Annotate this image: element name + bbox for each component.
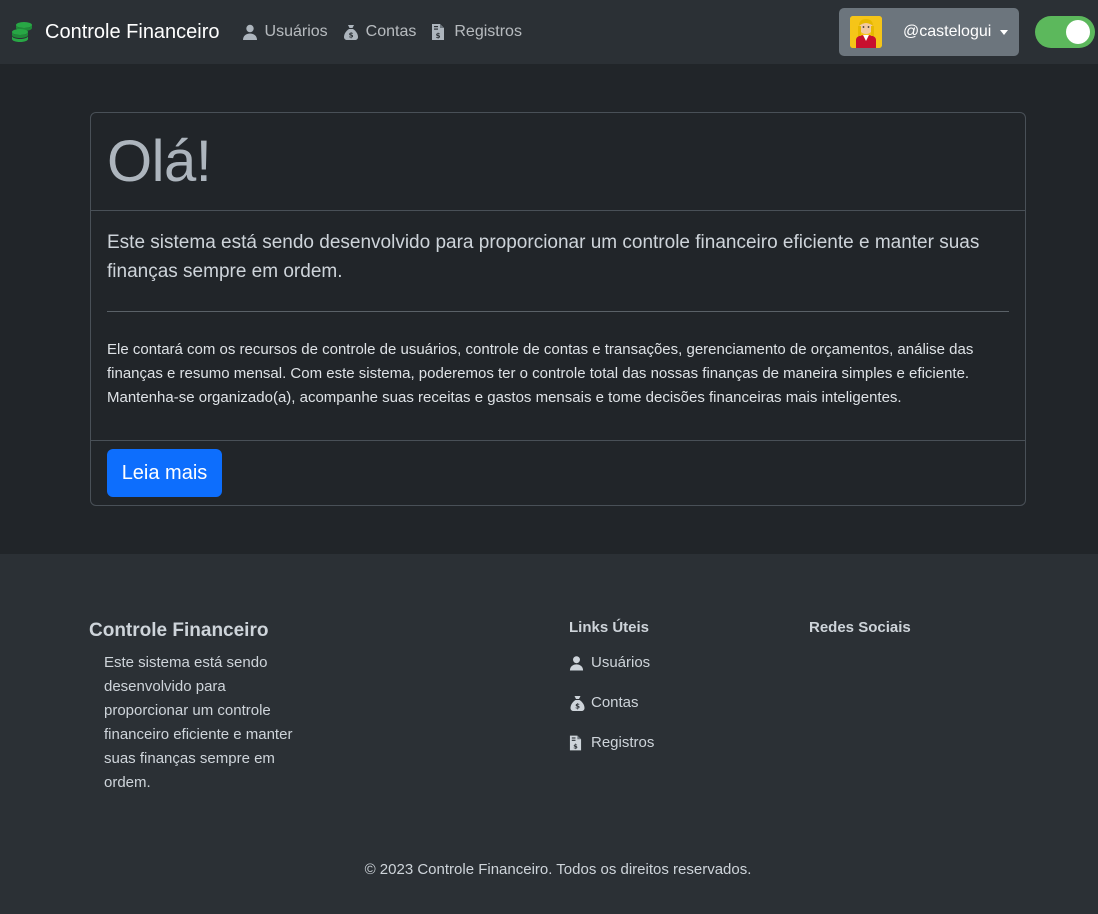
list-item: $ Contas [569, 694, 654, 734]
card-body: Este sistema está sendo desenvolvido par… [91, 211, 1025, 441]
welcome-card: Olá! Este sistema está sendo desenvolvid… [90, 112, 1026, 506]
list-item: Usuários [569, 654, 654, 694]
svg-text:$: $ [348, 32, 353, 40]
avatar-icon [850, 16, 882, 48]
money-bag-icon: $ [343, 24, 359, 40]
nav-link-label: Usuários [264, 23, 328, 40]
toggle-knob [1066, 20, 1090, 44]
username-label: @castelogui [903, 23, 992, 40]
copyright-text: © 2023 Controle Financeiro. Todos os dir… [364, 861, 752, 878]
footer-link-label: Registros [591, 734, 655, 751]
footer-link-usuarios[interactable]: Usuários [569, 654, 654, 671]
brand-name: Controle Financeiro [45, 20, 220, 43]
theme-toggle-switch[interactable] [1035, 16, 1095, 48]
navbar: Controle Financeiro Usuários $ Contas $ … [0, 0, 1098, 64]
footer-links-list: Usuários $ Contas $ Registros [569, 654, 654, 774]
read-more-button[interactable]: Leia mais [107, 449, 222, 497]
lead-text: Este sistema está sendo desenvolvido par… [107, 232, 980, 282]
money-bag-icon: $ [569, 695, 585, 711]
footer-links-title: Links Úteis [569, 619, 650, 636]
brand-link[interactable]: Controle Financeiro [11, 21, 220, 44]
description-text: Ele contará com os recursos de controle … [107, 341, 974, 406]
footer-link-label: Contas [591, 694, 639, 711]
footer-title: Controle Financeiro [89, 620, 269, 641]
footer-about-text: Este sistema está sendo desenvolvido par… [104, 654, 293, 791]
svg-text:$: $ [575, 702, 580, 710]
card-header: Olá! [91, 113, 1025, 211]
footer-link-label: Usuários [591, 654, 651, 671]
user-icon [569, 655, 584, 671]
file-invoice-dollar-icon: $ [569, 735, 584, 751]
user-icon [242, 24, 258, 40]
file-invoice-dollar-icon: $ [431, 24, 447, 40]
nav-link-usuarios[interactable]: Usuários [242, 19, 328, 45]
nav-link-label: Contas [365, 23, 417, 40]
list-item: $ Registros [569, 734, 654, 774]
svg-text:$: $ [573, 742, 578, 750]
divider [107, 311, 1009, 312]
nav-link-label: Registros [454, 23, 522, 40]
footer-link-registros[interactable]: $ Registros [569, 734, 654, 751]
user-dropdown-button[interactable]: @castelogui [839, 8, 1019, 56]
footer-link-contas[interactable]: $ Contas [569, 694, 654, 711]
svg-text:$: $ [436, 32, 441, 40]
nav-link-contas[interactable]: $ Contas [343, 19, 417, 45]
nav-link-registros[interactable]: $ Registros [431, 19, 522, 45]
nav-links: Usuários $ Contas $ Registros [242, 19, 537, 45]
page-title: Olá! [107, 128, 212, 194]
card-footer: Leia mais [91, 441, 1025, 505]
coins-stack-icon [11, 21, 33, 43]
footer: Controle Financeiro Este sistema está se… [0, 554, 1098, 914]
footer-social-title: Redes Sociais [809, 619, 911, 636]
chevron-down-icon [1000, 29, 1009, 35]
